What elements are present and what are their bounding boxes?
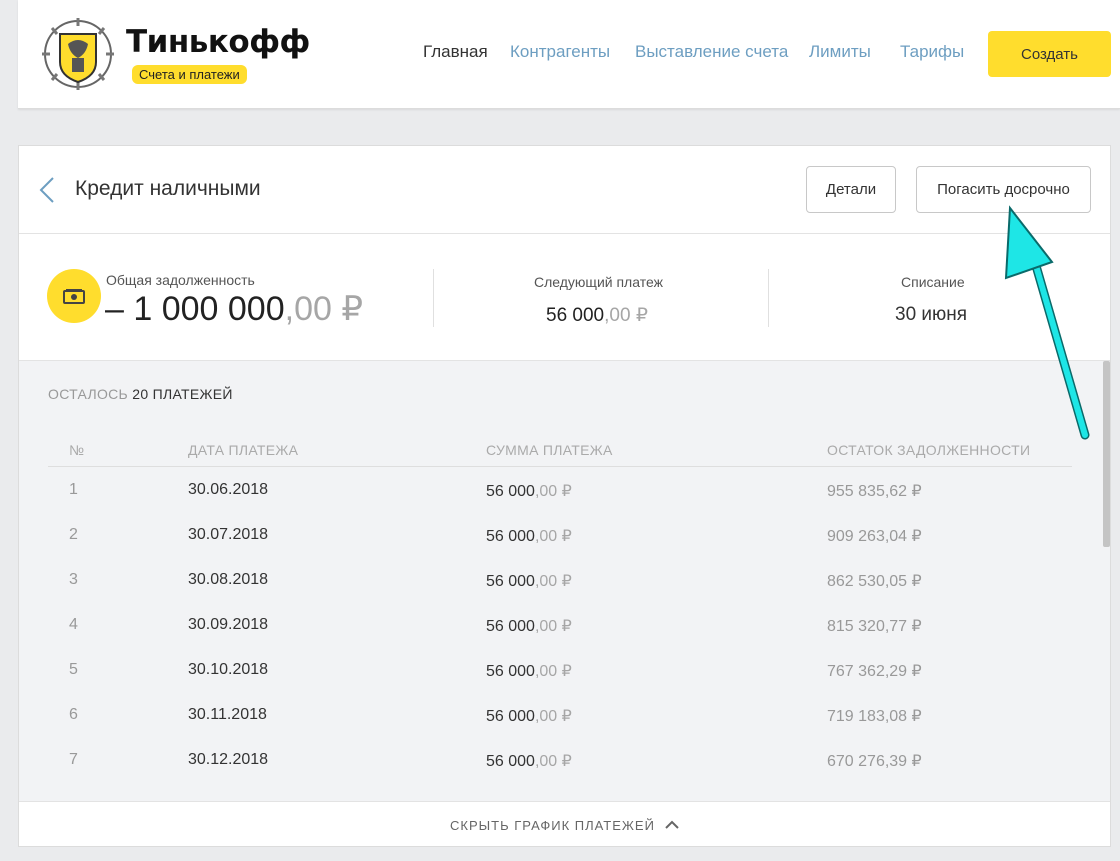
row-amount: 56 000,00 ₽ [486,706,572,726]
total-debt-cents: ,00 ₽ [284,290,363,328]
row-amount-cents: ,00 ₽ [534,573,572,590]
row-amount-cents: ,00 ₽ [534,708,572,725]
row-number: 5 [69,661,78,678]
row-number: 7 [69,751,78,768]
row-amount: 56 000,00 ₽ [486,616,572,636]
column-header-date: ДАТА ПЛАТЕЖА [188,442,299,458]
credit-card-panel: Кредит наличными Детали Погасить досрочн… [18,145,1111,847]
nav-item-limits[interactable]: Лимиты [809,42,871,62]
create-button[interactable]: Создать [988,31,1111,77]
next-payment-label: Следующий платеж [534,274,663,290]
next-payment-value: 56 000,00 ₽ [546,304,648,327]
hide-schedule-label: СКРЫТЬ ГРАФИК ПЛАТЕЖЕЙ [450,817,655,833]
total-debt-label: Общая задолженность [106,272,255,288]
row-amount-main: 56 000 [486,753,535,770]
nav-item-counterparties[interactable]: Контрагенты [510,42,610,62]
total-debt-value: – 1 000 000,00 ₽ [105,289,363,329]
row-balance: 767 362,29 ₽ [827,663,922,680]
table-row: 4 30.09.2018 56 000,00 ₽ 815 320,77 ₽ [19,616,1110,661]
row-amount: 56 000,00 ₽ [486,751,572,771]
payment-schedule[interactable]: ОСТАЛОСЬ 20 ПЛАТЕЖЕЙ № ДАТА ПЛАТЕЖА СУММ… [19,361,1110,801]
row-number: 4 [69,616,78,633]
brand-subtitle-badge: Счета и платежи [132,65,247,84]
row-amount-cents: ,00 ₽ [534,483,572,500]
row-amount-cents: ,00 ₽ [534,618,572,635]
hide-schedule-button[interactable]: СКРЫТЬ ГРАФИК ПЛАТЕЖЕЙ [19,801,1110,846]
row-number: 1 [69,481,78,498]
row-balance: 909 263,04 ₽ [827,528,922,545]
remaining-count: 20 ПЛАТЕЖЕЙ [132,386,233,402]
row-date: 30.10.2018 [188,661,269,678]
next-payment-cents: ,00 ₽ [604,305,648,326]
total-debt-main: – 1 000 000 [105,290,285,328]
divider [768,269,769,327]
row-date: 30.11.2018 [188,706,267,723]
row-amount: 56 000,00 ₽ [486,571,572,591]
row-amount: 56 000,00 ₽ [486,526,572,546]
row-amount-cents: ,00 ₽ [534,753,572,770]
row-amount-cents: ,00 ₽ [534,528,572,545]
row-date: 30.12.2018 [188,751,269,768]
row-amount-main: 56 000 [486,483,535,500]
column-header-number: № [69,442,85,458]
table-row: 5 30.10.2018 56 000,00 ₽ 767 362,29 ₽ [19,661,1110,706]
row-balance: 862 530,05 ₽ [827,573,922,590]
row-number: 6 [69,706,78,723]
cash-icon [63,289,85,304]
row-balance: 670 276,39 ₽ [827,753,922,770]
cash-icon-badge [47,269,101,323]
column-header-amount: СУММА ПЛАТЕЖА [486,442,613,458]
scrollbar-thumb[interactable] [1103,361,1110,547]
remaining-prefix: ОСТАЛОСЬ [48,386,129,402]
chevron-left-icon[interactable] [39,176,55,204]
row-amount-main: 56 000 [486,528,535,545]
debit-label: Списание [901,274,965,290]
row-balance: 719 183,08 ₽ [827,708,922,725]
top-header: Тинькофф Счета и платежи Главная Контраг… [18,0,1120,109]
repay-early-button[interactable]: Погасить досрочно [916,166,1091,213]
row-amount-main: 56 000 [486,573,535,590]
row-date: 30.07.2018 [188,526,269,543]
row-number: 3 [69,571,78,588]
table-row: 7 30.12.2018 56 000,00 ₽ 670 276,39 ₽ [19,751,1110,796]
row-amount-cents: ,00 ₽ [534,663,572,680]
nav-item-home[interactable]: Главная [423,42,488,62]
chevron-up-icon [665,820,679,829]
remaining-payments: ОСТАЛОСЬ 20 ПЛАТЕЖЕЙ [48,386,233,402]
table-row: 1 30.06.2018 56 000,00 ₽ 955 835,62 ₽ [19,481,1110,526]
table-header-divider [48,466,1072,467]
debit-date: 30 июня [895,304,968,325]
row-amount: 56 000,00 ₽ [486,481,572,501]
brand-logo[interactable]: Тинькофф Счета и платежи [38,18,310,90]
nav-item-tariffs[interactable]: Тарифы [900,42,964,62]
row-balance: 815 320,77 ₽ [827,618,922,635]
row-amount-main: 56 000 [486,663,535,680]
page-title: Кредит наличными [75,177,261,200]
table-row: 2 30.07.2018 56 000,00 ₽ 909 263,04 ₽ [19,526,1110,571]
table-row: 3 30.08.2018 56 000,00 ₽ 862 530,05 ₽ [19,571,1110,616]
row-amount-main: 56 000 [486,618,535,635]
credit-summary: Общая задолженность – 1 000 000,00 ₽ Сле… [19,234,1110,361]
row-date: 30.06.2018 [188,481,269,498]
row-amount-main: 56 000 [486,708,535,725]
row-date: 30.09.2018 [188,616,269,633]
next-payment-main: 56 000 [546,305,605,326]
row-number: 2 [69,526,78,543]
emblem-logo-icon [42,18,114,90]
nav-item-invoicing[interactable]: Выставление счета [635,42,788,62]
row-date: 30.08.2018 [188,571,269,588]
divider [433,269,434,327]
details-button[interactable]: Детали [806,166,896,213]
row-amount: 56 000,00 ₽ [486,661,572,681]
column-header-balance: ОСТАТОК ЗАДОЛЖЕННОСТИ [827,442,1031,458]
row-balance: 955 835,62 ₽ [827,483,922,500]
card-header: Кредит наличными Детали Погасить досрочн… [19,146,1110,234]
brand-name: Тинькофф [126,24,310,60]
table-row: 6 30.11.2018 56 000,00 ₽ 719 183,08 ₽ [19,706,1110,751]
